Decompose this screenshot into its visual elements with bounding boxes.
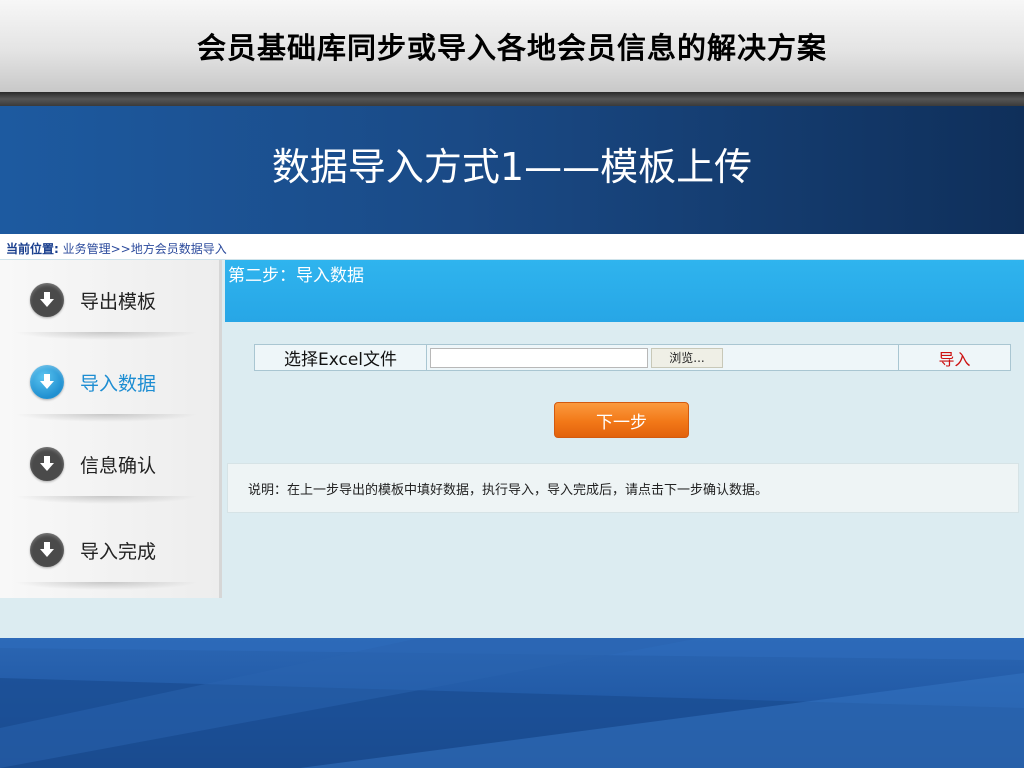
instruction-note: 说明：在上一步导出的模板中填好数据，执行导入，导入完成后，请点击下一步确认数据。: [227, 463, 1019, 513]
upload-label: 选择Excel文件: [255, 345, 427, 370]
step-import-complete[interactable]: 导入完成: [0, 510, 219, 590]
step-confirm-info[interactable]: 信息确认: [0, 424, 219, 504]
step-label: 信息确认: [80, 454, 157, 477]
bottom-decoration: [0, 638, 1024, 768]
browse-button[interactable]: 浏览...: [651, 347, 723, 368]
download-arrow-icon: [30, 447, 64, 481]
download-arrow-icon: [30, 533, 64, 567]
download-arrow-icon: [30, 365, 64, 399]
file-path-input[interactable]: [430, 347, 648, 368]
subtitle-band: 数据导入方式1——模板上传: [0, 106, 1024, 234]
step-export-template[interactable]: 导出模板: [0, 260, 219, 340]
slide-subtitle: 数据导入方式1——模板上传: [271, 144, 753, 189]
import-cell: 导入: [899, 345, 1010, 370]
step-title: 第二步：导入数据: [228, 266, 364, 286]
step-label: 导入完成: [80, 540, 157, 563]
import-link[interactable]: 导入: [938, 346, 970, 370]
instruction-text: 说明：在上一步导出的模板中填好数据，执行导入，导入完成后，请点击下一步确认数据。: [248, 482, 769, 498]
next-step-button[interactable]: 下一步: [554, 402, 689, 438]
title-divider: [0, 92, 1024, 106]
step-label: 导出模板: [80, 290, 157, 313]
upload-field: 浏览...: [427, 345, 899, 370]
steps-sidebar: 导出模板 导入数据 信息确认 导入完成: [0, 260, 222, 598]
app-screenshot: 当前位置: 业务管理>>地方会员数据导入 导出模板 导入数据 信息确认 导入完成…: [0, 234, 1024, 638]
slide-title-bar: 会员基础库同步或导入各地会员信息的解决方案: [0, 0, 1024, 92]
breadcrumb-label: 当前位置:: [6, 242, 59, 256]
download-arrow-icon: [30, 283, 64, 317]
step-header: 第二步：导入数据: [225, 260, 1024, 322]
upload-row: 选择Excel文件 浏览... 导入: [254, 344, 1011, 371]
step-import-data[interactable]: 导入数据: [0, 342, 219, 422]
slide-title: 会员基础库同步或导入各地会员信息的解决方案: [196, 31, 827, 65]
step-label: 导入数据: [80, 372, 157, 395]
breadcrumb: 当前位置: 业务管理>>地方会员数据导入: [0, 234, 1024, 260]
breadcrumb-path[interactable]: 业务管理>>地方会员数据导入: [59, 242, 227, 256]
